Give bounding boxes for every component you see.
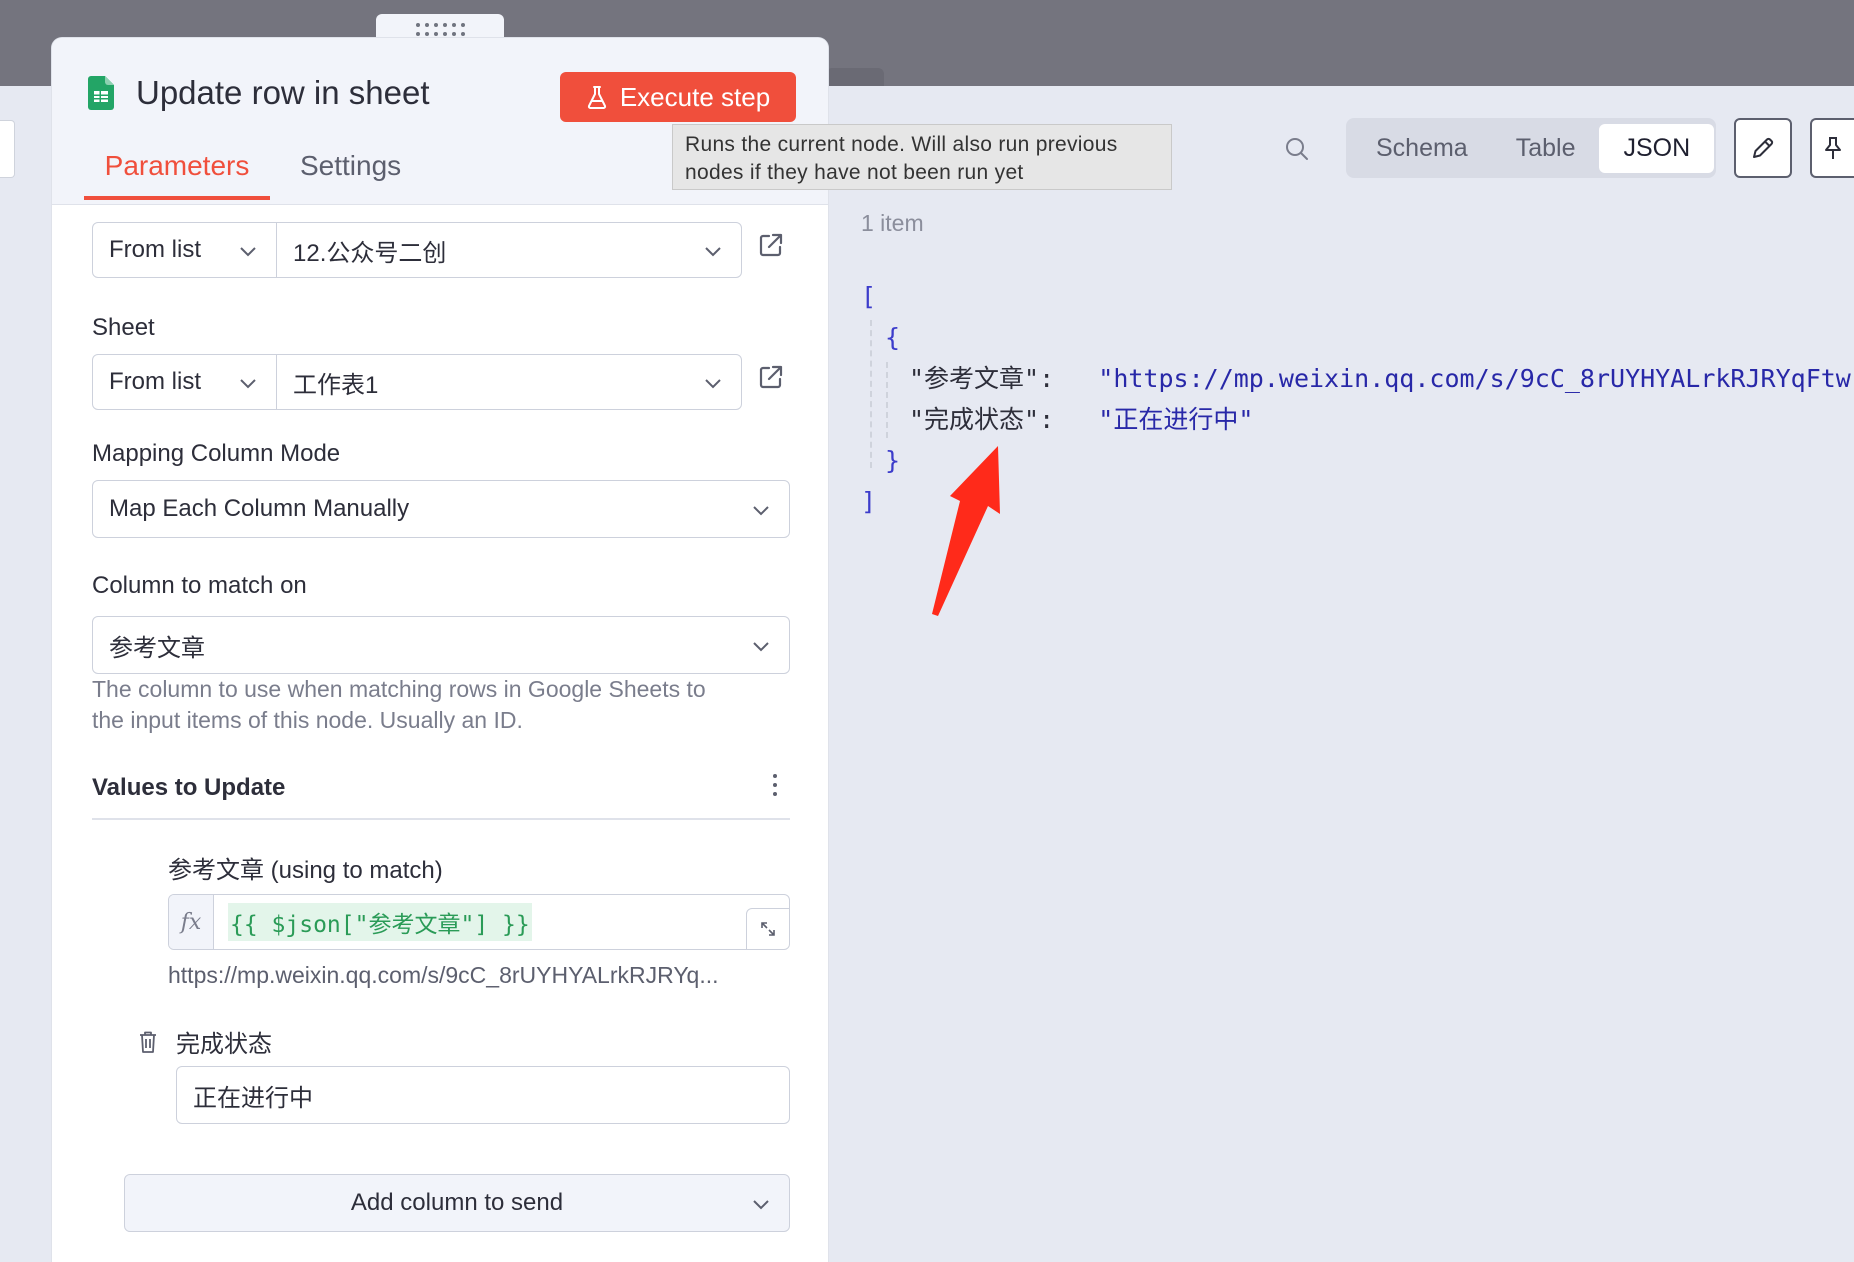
- drag-dots-icon: [415, 22, 465, 36]
- document-value: 12.公众号二创: [293, 239, 447, 267]
- annotation-arrow: [932, 446, 1000, 616]
- execute-step-tooltip: Runs the current node. Will also run pre…: [672, 124, 1172, 190]
- status-value-input[interactable]: 正在进行中: [176, 1066, 790, 1124]
- hint-line-2: the input items of this node. Usually an…: [92, 707, 523, 733]
- external-link-icon[interactable]: [758, 364, 784, 390]
- expand-expression-button[interactable]: [746, 908, 789, 949]
- mapping-mode-label: Mapping Column Mode: [92, 440, 341, 467]
- view-schema-button[interactable]: Schema: [1352, 124, 1492, 173]
- match-column-value: 参考文章: [109, 634, 205, 662]
- chevron-down-icon: [753, 506, 769, 516]
- chevron-down-icon: [240, 247, 256, 257]
- google-sheets-icon: [88, 76, 114, 110]
- flask-icon: [587, 86, 606, 109]
- document-selector[interactable]: From list 12.公众号二创: [92, 222, 742, 278]
- search-icon[interactable]: [1284, 136, 1310, 162]
- add-column-to-send-button[interactable]: Add column to send: [124, 1174, 790, 1232]
- document-mode-label: From list: [109, 236, 201, 263]
- match-column-label: Column to match on: [92, 572, 307, 599]
- external-link-icon[interactable]: [758, 232, 784, 258]
- json-row-1: "参考文章": "https://mp.weixin.qq.com/s/9cC_…: [861, 358, 1854, 399]
- hint-line-1: The column to use when matching rows in …: [92, 676, 706, 702]
- node-title[interactable]: Update row in sheet: [136, 74, 430, 112]
- expression-editor[interactable]: {{ $json["参考文章"] }}: [214, 895, 789, 949]
- output-view-toggle: Schema Table JSON: [1346, 118, 1716, 178]
- mapping-mode-value: Map Each Column Manually: [109, 495, 410, 522]
- json-value-reference-article[interactable]: "https://mp.weixin.qq.com/s/9cC_8rUYHYAL…: [1098, 364, 1854, 393]
- expression-fx-icon: fx: [169, 895, 214, 949]
- pin-output-button[interactable]: [1810, 118, 1854, 178]
- json-value-status[interactable]: "正在进行中": [1098, 405, 1253, 434]
- edit-output-button[interactable]: [1734, 118, 1792, 178]
- tab-parameters[interactable]: Parameters: [84, 150, 270, 200]
- tab-settings[interactable]: Settings: [300, 150, 401, 196]
- tooltip-line-1: Runs the current node. Will also run pre…: [685, 133, 1118, 156]
- json-open-brace: {: [885, 323, 901, 352]
- more-options-icon[interactable]: [772, 774, 778, 796]
- chevron-down-icon: [753, 642, 769, 652]
- sheet-selector[interactable]: From list 工作表1: [92, 354, 742, 410]
- field-reference-article-label: 参考文章 (using to match): [168, 857, 443, 884]
- json-key-reference-article: "参考文章":: [909, 364, 1055, 393]
- tooltip-line-2: nodes if they have not been run yet: [685, 161, 1024, 184]
- values-to-update-title: Values to Update: [92, 774, 286, 801]
- sheet-label: Sheet: [92, 314, 155, 341]
- expand-icon: [761, 922, 775, 936]
- execute-step-button[interactable]: Execute step: [560, 72, 796, 122]
- json-row-2: "完成状态": "正在进行中": [861, 399, 1854, 440]
- sheet-value: 工作表1: [293, 371, 379, 399]
- background-tab-stub: [826, 68, 884, 86]
- document-mode-select[interactable]: From list: [93, 223, 277, 277]
- sheet-value-select[interactable]: 工作表1: [277, 355, 741, 409]
- add-column-label: Add column to send: [350, 1189, 564, 1216]
- chevron-down-icon: [705, 379, 721, 389]
- reference-article-expression-input[interactable]: fx {{ $json["参考文章"] }}: [168, 894, 790, 950]
- view-table-button[interactable]: Table: [1492, 124, 1600, 173]
- match-column-hint: The column to use when matching rows in …: [92, 674, 706, 736]
- pencil-icon: [1753, 137, 1774, 158]
- match-column-select[interactable]: 参考文章: [92, 616, 790, 674]
- mapping-mode-select[interactable]: Map Each Column Manually: [92, 480, 790, 538]
- background-panel-edge: [0, 120, 15, 178]
- execute-step-label: Execute step: [619, 81, 771, 112]
- chevron-down-icon: [240, 379, 256, 389]
- trash-icon[interactable]: [138, 1030, 158, 1054]
- expression-text: {{ $json["参考文章"] }}: [228, 903, 532, 941]
- pin-icon: [1825, 137, 1841, 159]
- chevron-down-icon: [705, 247, 721, 257]
- view-json-button[interactable]: JSON: [1599, 123, 1715, 173]
- sheet-mode-select[interactable]: From list: [93, 355, 277, 409]
- chevron-down-icon: [753, 1200, 769, 1210]
- document-value-select[interactable]: 12.公众号二创: [277, 223, 741, 277]
- section-divider: [92, 818, 790, 820]
- expression-result-preview: https://mp.weixin.qq.com/s/9cC_8rUYHYALr…: [168, 962, 719, 988]
- sheet-mode-label: From list: [109, 368, 201, 395]
- json-open-bracket: [: [861, 282, 877, 311]
- status-value: 正在进行中: [193, 1084, 313, 1112]
- node-parameters-panel: Update row in sheet Execute step Paramet…: [52, 38, 828, 1262]
- field-status-label: 完成状态: [176, 1031, 272, 1058]
- json-key-status: "完成状态":: [909, 405, 1055, 434]
- output-item-count: 1 item: [861, 210, 924, 236]
